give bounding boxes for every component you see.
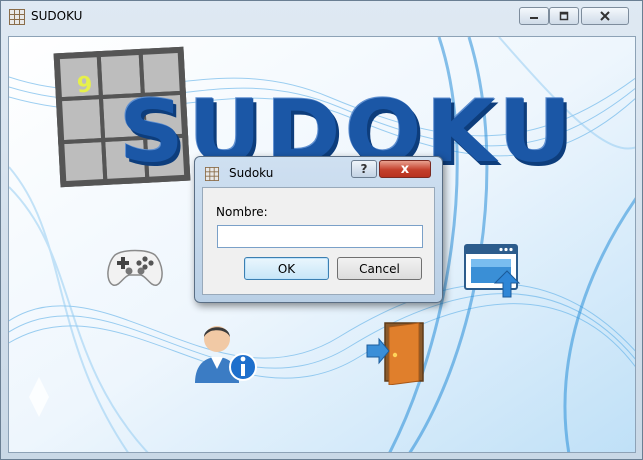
- help-button[interactable]: ?: [351, 160, 377, 178]
- name-input[interactable]: [217, 225, 423, 248]
- maximize-icon: [559, 11, 569, 21]
- minimize-button[interactable]: [519, 7, 549, 25]
- window-title: SUDOKU: [31, 9, 83, 23]
- minimize-icon: [530, 17, 538, 19]
- gamepad-icon: [107, 249, 163, 286]
- options-button[interactable]: [463, 243, 523, 301]
- maximize-button[interactable]: [549, 7, 579, 25]
- board-digit: 9: [76, 72, 93, 99]
- grid-icon: [205, 167, 219, 181]
- dialog-title: Sudoku: [229, 166, 274, 180]
- name-label: Nombre:: [216, 205, 268, 219]
- close-icon: [600, 11, 610, 21]
- dialog-close-button[interactable]: x: [379, 160, 431, 178]
- title-bar[interactable]: SUDOKU: [1, 1, 642, 32]
- play-button[interactable]: [105, 245, 165, 289]
- cancel-button[interactable]: Cancel: [337, 257, 422, 280]
- name-dialog: Sudoku ? x Nombre: OK Cancel: [194, 156, 443, 303]
- grid-icon: [9, 9, 25, 25]
- ok-button[interactable]: OK: [244, 257, 329, 280]
- about-button[interactable]: [189, 317, 259, 387]
- exit-door-icon: [366, 322, 424, 386]
- close-button[interactable]: [581, 7, 629, 25]
- dialog-body: Nombre: OK Cancel: [202, 187, 435, 295]
- exit-button[interactable]: [365, 319, 427, 386]
- user-info-icon: [195, 326, 257, 383]
- window-settings-icon: [464, 244, 521, 298]
